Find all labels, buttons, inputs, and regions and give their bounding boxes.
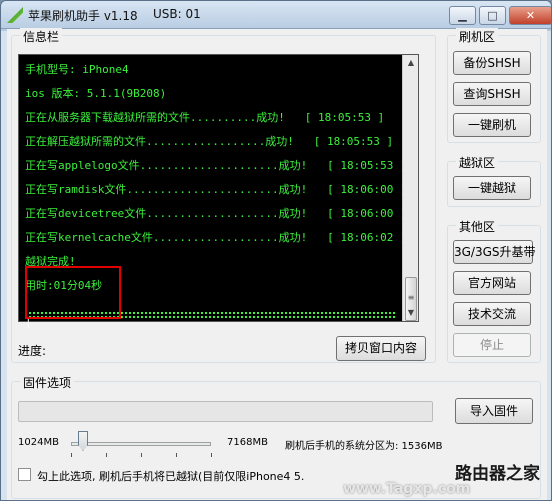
minimize-button[interactable]: ▁ [449,6,476,25]
slider-tick [106,453,107,457]
info-group: 信息栏 手机型号: iPhone4 ios 版本: 5.1.1(9B208) 正… [11,28,436,363]
scroll-up-icon[interactable]: ▲ [403,55,419,71]
console-line: 正在写devicetree文件....................成功! [… [25,207,407,220]
one-click-jailbreak-button[interactable]: 一键越狱 [453,176,531,200]
jailbreak-group-title: 越狱区 [456,154,499,171]
close-icon: ✕ [525,9,536,22]
maximize-icon: □ [487,9,498,22]
console-line: 正在解压越狱所需的文件..................成功! [ 18:05… [25,135,394,148]
console-line: ios 版本: 5.1.1(9B208) [25,87,167,100]
console-line: 正在写ramdisk文件.......................成功! [… [25,183,407,196]
scroll-down-icon[interactable]: ▼ [403,305,419,321]
console-line: 正在从服务器下载越狱所需的文件..........成功! [ 18:05:53 … [25,111,385,124]
import-firmware-button[interactable]: 导入固件 [455,398,533,424]
other-group: 其他区 3G/3GS升基带 官方网站 技术交流 停止 [447,218,541,363]
info-group-title: 信息栏 [20,28,63,45]
app-window: 苹果刷机助手 v1.18 USB: 01 ▁ □ ✕ 信息栏 手机型号: iPh… [0,0,552,501]
baseband-upgrade-button[interactable]: 3G/3GS升基带 [453,240,536,264]
backup-shsh-button[interactable]: 备份SHSH [453,51,531,75]
copy-window-button[interactable]: 拷贝窗口内容 [336,336,426,361]
jailbreak-checkbox[interactable] [18,468,31,481]
maximize-button[interactable]: □ [479,6,506,25]
title-bar[interactable]: 苹果刷机助手 v1.18 USB: 01 ▁ □ ✕ [1,1,551,29]
progress-bar [18,401,433,422]
query-shsh-button[interactable]: 查询SHSH [453,82,531,106]
slider-tick [141,453,142,457]
console-line: 手机型号: iPhone4 [25,63,129,76]
one-click-flash-button[interactable]: 一键刷机 [453,113,531,137]
jailbreak-group: 越狱区 一键越狱 [447,154,541,207]
slider-min-label: 1024MB [18,437,59,448]
firmware-group-title: 固件选项 [20,374,75,391]
slider-max-label: 7168MB [227,437,268,448]
other-group-title: 其他区 [456,218,499,235]
console-line: 正在写kernelcache文件...................成功! [… [25,231,407,244]
app-logo-icon [7,7,23,23]
console-log[interactable]: 手机型号: iPhone4 ios 版本: 5.1.1(9B208) 正在从服务… [18,54,419,328]
official-site-button[interactable]: 官方网站 [453,271,531,295]
slider-tick [71,453,72,457]
flash-group-title: 刷机区 [456,28,499,45]
slider-tick [176,453,177,457]
slider-tick [211,453,212,457]
usb-status: USB: 01 [153,7,201,21]
jailbreak-checkbox-label: 勾上此选项, 刷机后手机将已越狱(目前仅限iPhone4 5. [37,470,305,483]
console-scrollbar[interactable]: ▲ ≡ ▼ [402,55,418,321]
window-title: 苹果刷机助手 v1.18 [28,9,138,23]
console-line: 正在写applelogo文件.....................成功! [… [25,159,407,172]
stop-button[interactable]: 停止 [453,333,531,357]
partition-slider-track[interactable] [71,442,211,446]
minimize-icon: ▁ [458,9,467,22]
client-area: 信息栏 手机型号: iPhone4 ios 版本: 5.1.1(9B208) 正… [7,28,547,500]
partition-size-text: 刷机后手机的系统分区为: 1536MB [285,441,443,452]
highlight-annotation [25,266,121,319]
progress-label: 进度: [18,344,47,358]
close-button[interactable]: ✕ [509,6,551,25]
tech-forum-button[interactable]: 技术交流 [453,302,531,326]
flash-group: 刷机区 备份SHSH 查询SHSH 一键刷机 [447,28,541,143]
watermark-url: www.Tagxp.com [343,481,471,497]
